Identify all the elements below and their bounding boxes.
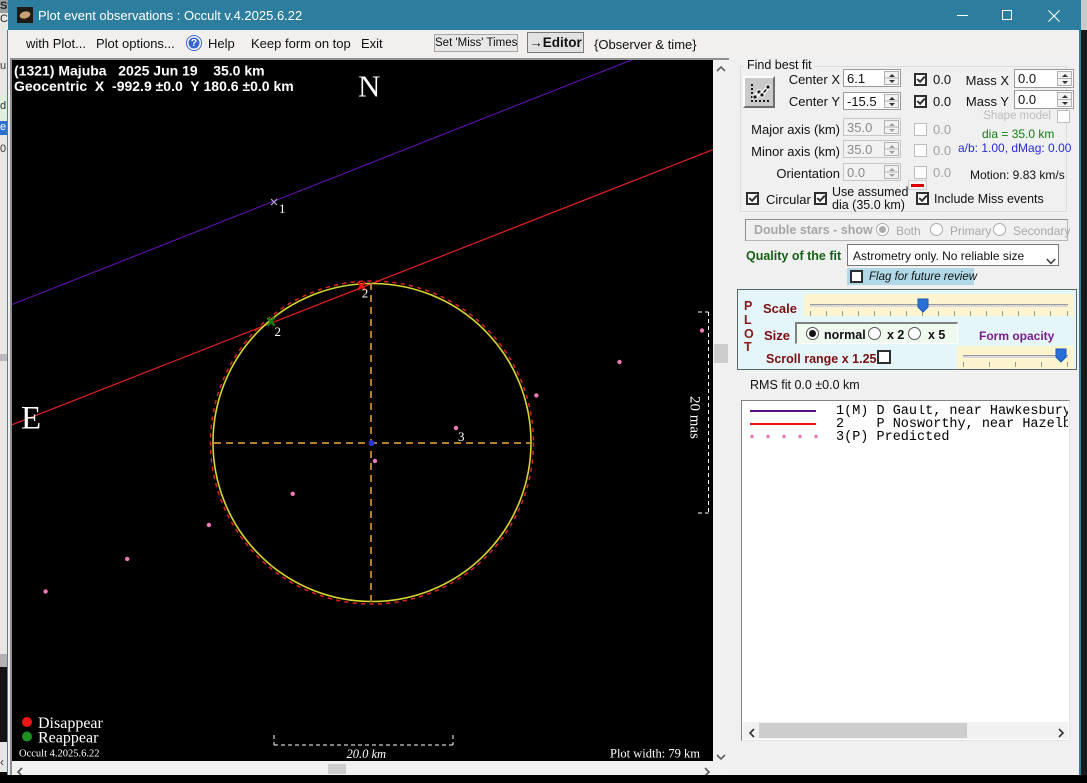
svg-text:N: N bbox=[358, 69, 380, 104]
svg-text:Occult 4.2025.6.22: Occult 4.2025.6.22 bbox=[19, 749, 100, 760]
svg-text:Reappear: Reappear bbox=[38, 730, 99, 747]
svg-text:1: 1 bbox=[279, 201, 286, 216]
svg-text:E: E bbox=[21, 401, 41, 437]
svg-text:2: 2 bbox=[275, 324, 282, 339]
svg-text:Plot width: 79 km: Plot width: 79 km bbox=[610, 747, 700, 761]
svg-text:Geocentric X -992.9 ±0.0 Y: Geocentric X -992.9 ±0.0 Y 180.6 ±0.0 km bbox=[14, 78, 294, 94]
svg-text:2: 2 bbox=[362, 286, 369, 301]
svg-text:(1321) Majuba 2025 Jun 19: (1321) Majuba 2025 Jun 19 35.0 km bbox=[14, 63, 265, 79]
svg-text:20 mas: 20 mas bbox=[687, 396, 703, 439]
svg-text:3: 3 bbox=[458, 429, 465, 444]
svg-text:20.0 km: 20.0 km bbox=[347, 747, 387, 761]
